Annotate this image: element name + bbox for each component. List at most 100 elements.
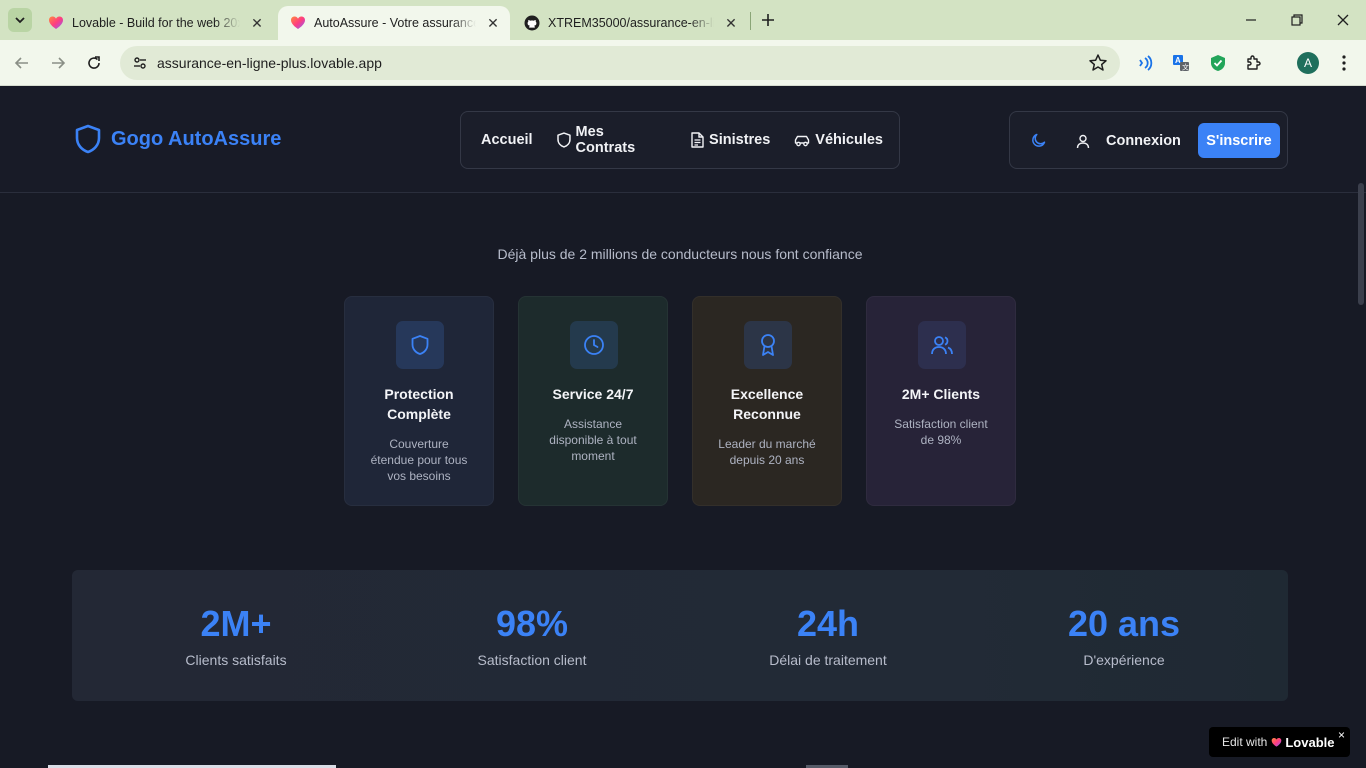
reload-button[interactable]: [82, 51, 106, 75]
users-icon: [931, 336, 953, 355]
feature-description: Satisfaction client de 98%: [894, 417, 988, 447]
badge-prefix: Edit with: [1222, 735, 1268, 749]
tab-title: XTREM35000/assurance-en-ligne: [548, 16, 714, 30]
feature-card-clients: 2M+ Clients Satisfaction client de 98%: [866, 296, 1016, 506]
browser-toolbar: assurance-en-ligne-plus.lovable.app A文: [0, 40, 1366, 86]
feature-title: Protection Complète: [384, 386, 454, 422]
feature-icon-box: [396, 321, 444, 369]
minimize-button[interactable]: [1228, 0, 1274, 40]
forward-button[interactable]: [46, 51, 70, 75]
stat-value: 2M+: [200, 603, 272, 644]
reload-icon: [88, 56, 100, 69]
tab-title: Lovable - Build for the web 20x: [72, 16, 240, 30]
shield-icon: [411, 335, 429, 355]
lovable-heart-icon: [291, 16, 305, 29]
feature-card-service: Service 24/7 Assistance disponible à tou…: [518, 296, 668, 506]
stat-value: 24h: [796, 603, 860, 644]
translate-extension-icon[interactable]: A文: [1170, 52, 1192, 74]
nav-item-mes-contrats[interactable]: Mes Contrats: [549, 120, 675, 160]
stat-value: 98%: [495, 603, 569, 644]
theme-toggle-button[interactable]: [1026, 127, 1052, 153]
arrow-left-icon: [14, 57, 28, 69]
feature-description: Assistance disponible à tout moment: [549, 417, 637, 463]
moon-icon: [1032, 133, 1046, 147]
close-icon: [1337, 14, 1349, 26]
feature-icon-box: [918, 321, 966, 369]
login-button[interactable]: Connexion: [1076, 126, 1181, 156]
feature-title: 2M+ Clients: [901, 386, 981, 402]
close-window-button[interactable]: [1320, 0, 1366, 40]
feature-card-excellence: Excellence Reconnue Leader du marché dep…: [692, 296, 842, 506]
page-scrollbar[interactable]: [1358, 183, 1364, 305]
url-text: assurance-en-ligne-plus.lovable.app: [157, 55, 382, 71]
login-label: Connexion: [1106, 133, 1181, 149]
auth-panel: Connexion S'inscrire: [1009, 111, 1288, 169]
award-icon: [761, 334, 775, 356]
feature-description: Leader du marché depuis 20 ans: [718, 437, 816, 467]
shield-extension-icon[interactable]: [1207, 52, 1229, 74]
user-icon: [1076, 134, 1090, 148]
chevron-down-icon: [15, 17, 25, 24]
site-header: Gogo AutoAssure Accueil Mes Contrats Sin…: [0, 87, 1366, 193]
feature-icon-box: [744, 321, 792, 369]
feature-title: Service 24/7: [552, 386, 634, 402]
browser-tab-strip: Lovable - Build for the web 20x ✕ AutoAs…: [0, 0, 1366, 40]
tab-search-button[interactable]: [8, 8, 32, 32]
stat-label: Délai de traitement: [769, 652, 887, 668]
nav-item-accueil[interactable]: Accueil: [473, 120, 541, 160]
tab-title: AutoAssure - Votre assurance auto: [314, 16, 476, 30]
stat-label: Clients satisfaits: [185, 652, 287, 668]
browser-tab-lovable[interactable]: Lovable - Build for the web 20x ✕: [36, 6, 274, 40]
nav-label: Véhicules: [815, 132, 883, 148]
plus-icon: [762, 14, 774, 26]
clock-icon: [584, 335, 604, 355]
badge-brand: Lovable: [1285, 734, 1335, 750]
shield-icon: [556, 132, 571, 148]
page-content: Gogo AutoAssure Accueil Mes Contrats Sin…: [0, 87, 1366, 768]
tab-separator: [750, 12, 751, 30]
nav-label: Mes Contrats: [575, 124, 636, 156]
stats-band: 2M+ Clients satisfaits 98% Satisfaction …: [72, 570, 1288, 701]
close-icon[interactable]: ✕: [248, 14, 266, 32]
car-icon: [795, 135, 810, 146]
minimize-icon: [1246, 19, 1256, 21]
browser-tab-github[interactable]: XTREM35000/assurance-en-ligne ✕: [512, 6, 748, 40]
nav-item-vehicules[interactable]: Véhicules: [786, 120, 891, 160]
profile-avatar[interactable]: A: [1297, 52, 1319, 74]
brand-name: Gogo AutoAssure: [111, 127, 282, 150]
restore-icon: [1291, 14, 1303, 26]
browser-menu-button[interactable]: [1334, 52, 1354, 74]
site-info-icon[interactable]: [128, 51, 152, 75]
file-text-icon: [691, 132, 704, 148]
bookmark-star-icon[interactable]: [1088, 53, 1108, 73]
brand-logo[interactable]: Gogo AutoAssure: [75, 124, 281, 154]
close-icon[interactable]: ✕: [722, 14, 740, 32]
more-vertical-icon: [1342, 55, 1346, 71]
signup-button[interactable]: S'inscrire: [1198, 123, 1280, 158]
back-button[interactable]: [10, 51, 34, 75]
arrow-right-icon: [52, 57, 66, 69]
stat-value: 20 ans: [1067, 603, 1181, 644]
browser-tab-autoassure[interactable]: AutoAssure - Votre assurance auto ✕: [278, 6, 510, 40]
nav-item-sinistres[interactable]: Sinistres: [683, 120, 778, 160]
read-aloud-extension-icon[interactable]: [1134, 52, 1156, 74]
badge-close-icon[interactable]: ×: [1338, 728, 1345, 742]
close-icon[interactable]: ✕: [484, 14, 502, 32]
new-tab-button[interactable]: [757, 9, 779, 31]
stat-label: Satisfaction client: [477, 652, 587, 668]
shield-icon: [75, 124, 101, 154]
address-bar[interactable]: assurance-en-ligne-plus.lovable.app: [120, 46, 1120, 80]
extensions-puzzle-icon[interactable]: [1243, 52, 1265, 74]
feature-icon-box: [570, 321, 618, 369]
main-nav: Accueil Mes Contrats Sinistres Véhicules: [460, 111, 900, 169]
feature-card-protection: Protection Complète Couverture étendue p…: [344, 296, 494, 506]
edit-with-lovable-badge[interactable]: Edit with Lovable ×: [1209, 727, 1350, 757]
stat-label: D'expérience: [1083, 652, 1165, 668]
restore-button[interactable]: [1274, 0, 1320, 40]
lovable-heart-icon: [49, 16, 63, 29]
nav-label: Sinistres: [709, 132, 771, 148]
feature-description: Couverture étendue pour tous vos besoins: [370, 437, 468, 483]
svg-text:文: 文: [1182, 63, 1189, 72]
github-icon: [524, 15, 540, 31]
feature-title: Excellence Reconnue: [730, 386, 804, 422]
